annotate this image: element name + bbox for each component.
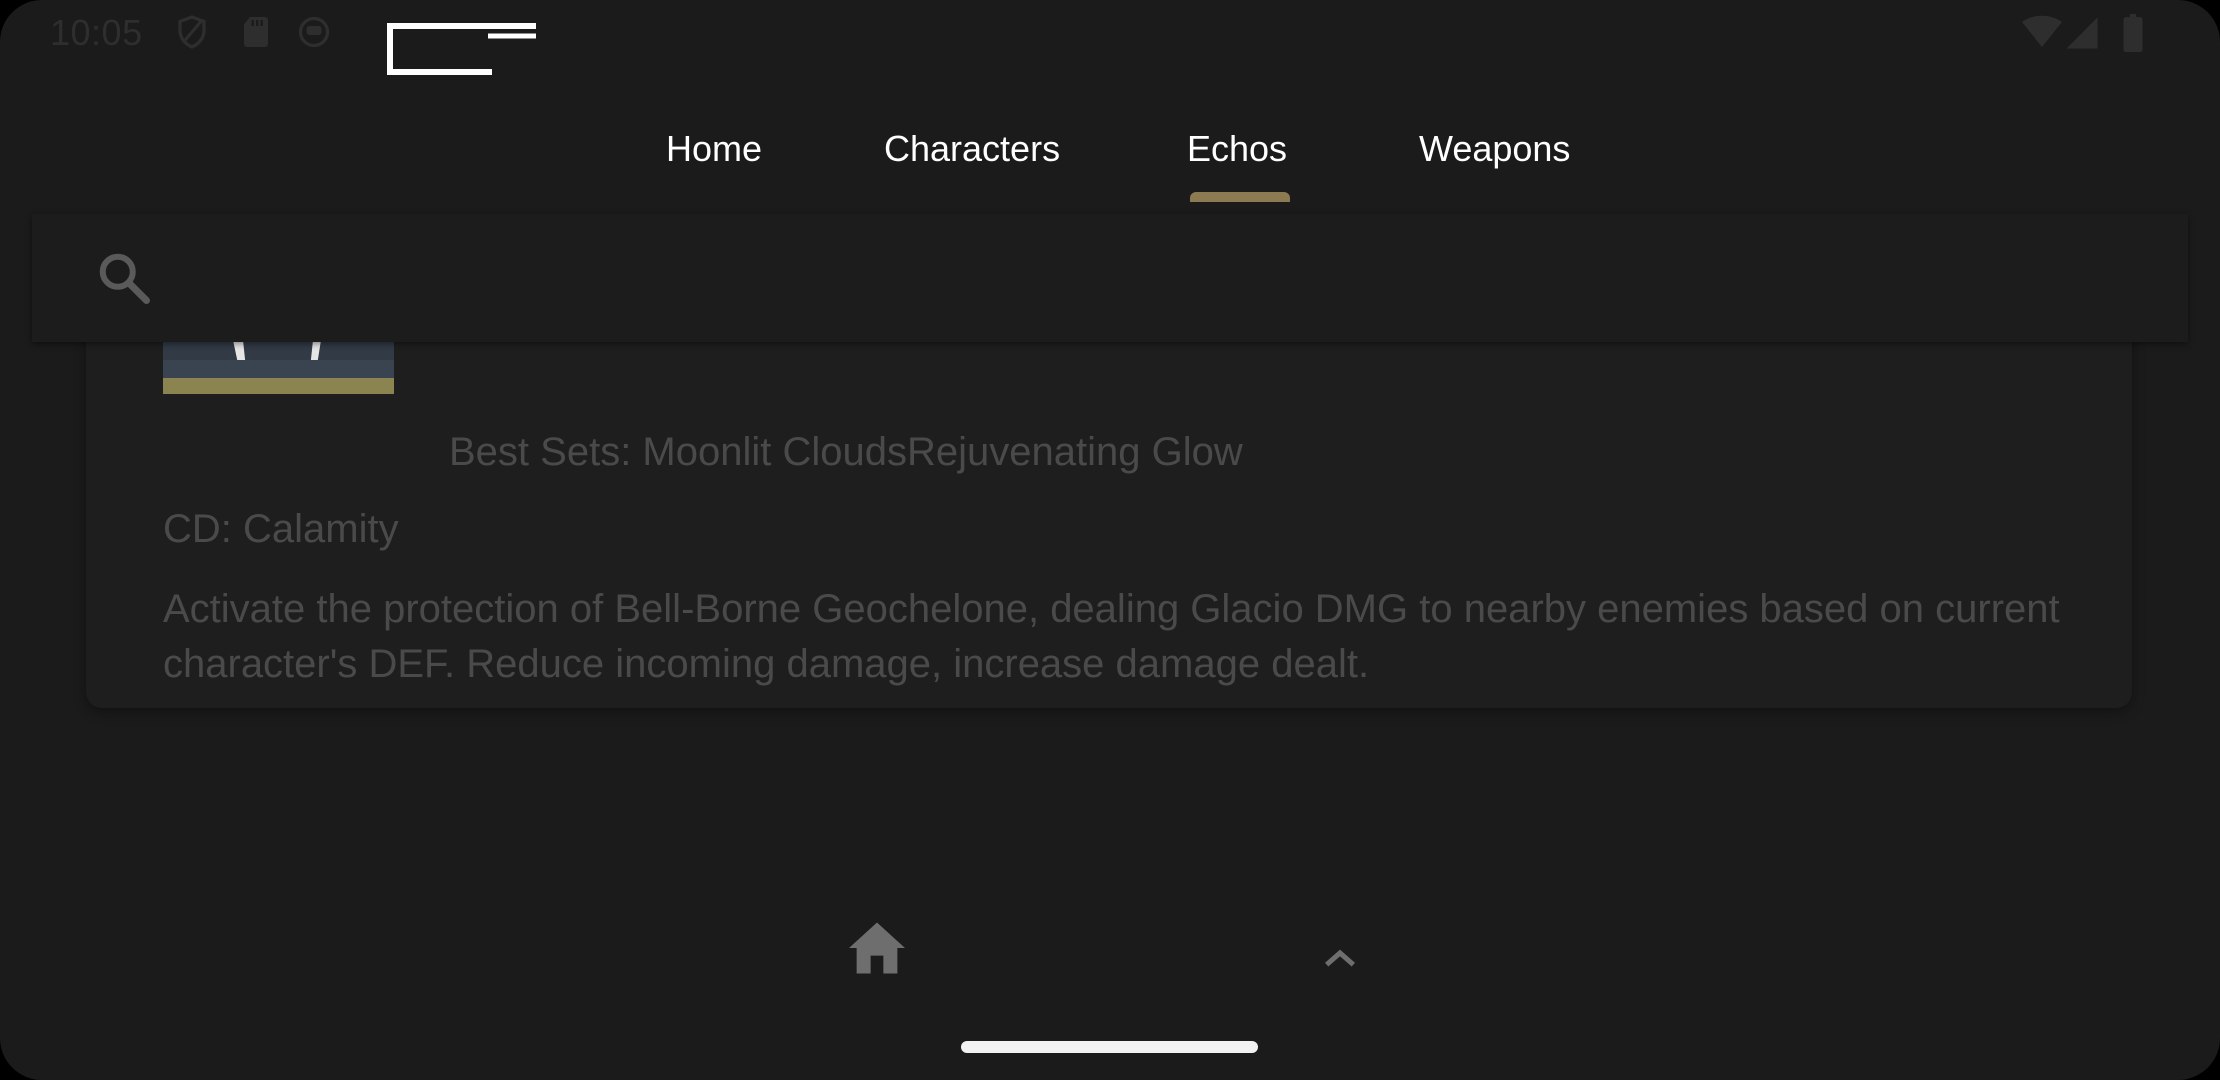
chevron-up-icon[interactable] [1320, 938, 1360, 978]
echo-best-sets: Best Sets: Moonlit CloudsRejuvenating Gl… [449, 430, 1243, 474]
status-time: 10:05 [50, 12, 143, 53]
echo-cooldown: CD: Calamity [163, 507, 399, 551]
tab-weapons[interactable]: Weapons [1419, 128, 1570, 170]
app-logo [387, 23, 536, 75]
shield-icon [178, 15, 206, 49]
gesture-navigation-bar[interactable] [961, 1041, 1258, 1053]
battery-icon [2123, 14, 2143, 52]
tab-home[interactable]: Home [666, 128, 762, 170]
sd-card-icon [244, 17, 268, 47]
echo-image-rarity-bar [163, 378, 394, 394]
home-icon[interactable] [846, 920, 908, 976]
app-screen: 10:05 Home Characters Echos Weapons Best… [0, 0, 2220, 1080]
face-icon [298, 16, 330, 48]
search-bar [32, 214, 2188, 342]
echo-description: Activate the protection of Bell-Borne Ge… [163, 587, 2060, 686]
tab-active-indicator [1190, 192, 1290, 202]
wifi-icon [2022, 15, 2062, 47]
status-bar: 10:05 [0, 0, 2220, 75]
signal-icon [2066, 17, 2098, 49]
top-tabs: Home Characters Echos Weapons [0, 118, 2220, 202]
search-icon[interactable] [94, 248, 154, 308]
search-input[interactable] [182, 238, 2146, 320]
tab-characters[interactable]: Characters [884, 128, 1060, 170]
tab-echos[interactable]: Echos [1187, 128, 1287, 170]
